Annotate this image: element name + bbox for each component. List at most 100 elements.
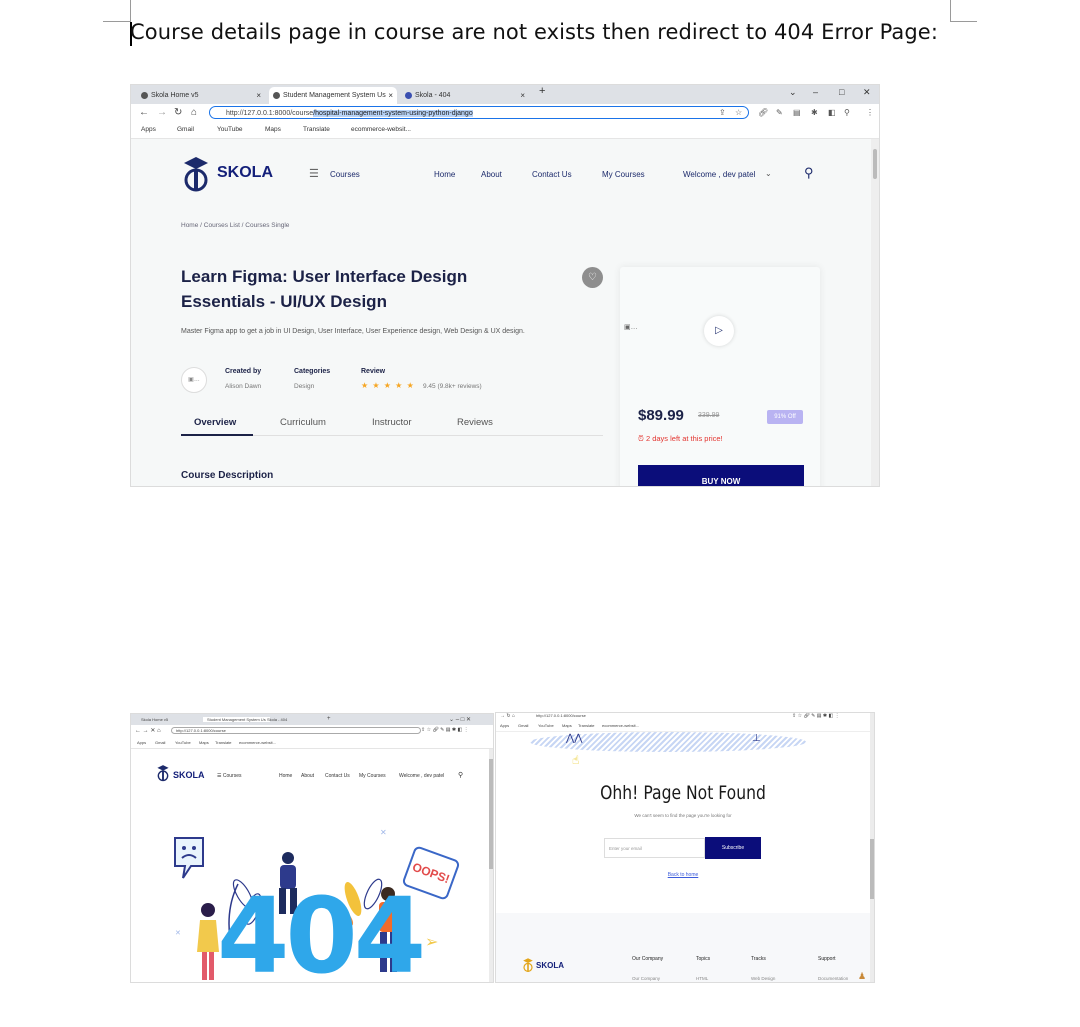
course-description-short: Master Figma app to get a job in UI Desi… [181,328,525,335]
bookmark-ecommerce[interactable]: ecommerce-websit... [602,723,639,728]
nav-my-courses[interactable]: My Courses [602,170,645,179]
bookmark-youtube[interactable]: YouTube [175,740,191,745]
footer-link[interactable]: HTML [696,976,708,981]
bookmark-youtube[interactable]: YouTube [538,723,554,728]
bookmark-translate[interactable]: Translate [215,740,232,745]
subscribe-button[interactable]: Subscribe [705,837,761,859]
new-tab-button[interactable]: + [327,716,331,722]
tab-search-icon[interactable]: ⌄ [789,87,797,98]
close-icon[interactable]: × [388,87,393,104]
pen-icon[interactable]: ✎ [776,108,783,117]
scrollbar-thumb[interactable] [873,149,877,179]
sidepanel-icon[interactable]: ◧ [828,108,836,117]
toolbar-icons[interactable]: ⇪ ☆ 🔗︎ ✎ ▤ ✱ ◧ ⋮ [421,727,469,733]
bookmark-youtube[interactable]: YouTube [217,126,243,133]
wishlist-heart-icon[interactable]: ♡ [582,267,603,288]
search-icon[interactable]: ⚲ [804,165,814,181]
bookmark-maps[interactable]: Maps [265,126,281,133]
profile-icon[interactable]: ⚲ [844,108,850,117]
new-tab-button[interactable]: + [539,85,545,97]
back-to-home-link[interactable]: Back to home [496,872,870,878]
hamburger-icon[interactable]: ☰ [309,167,319,180]
window-close-icon[interactable]: ✕ [863,87,871,98]
footer-logo-text[interactable]: SKOLA [536,961,564,970]
star-icon[interactable]: ☆ [735,108,742,117]
url-input[interactable]: http://127.0.0.1:8000/course [171,727,421,734]
buy-now-button[interactable]: BUY NOW [638,465,804,486]
footer-link[interactable]: Web Design [751,976,775,981]
nav-contact[interactable]: Contact Us [325,773,350,779]
bookmark-translate[interactable]: Translate [303,126,330,133]
back-arrow-icon[interactable]: ← [139,107,149,118]
url-input[interactable]: http://127.0.0.1:8000/course [536,713,646,718]
nav-arrows-icon[interactable]: → ↻ ⌂ [500,713,515,719]
scrollbar[interactable] [871,139,879,486]
forward-arrow-icon[interactable]: → [157,107,167,118]
share-icon[interactable]: ⇪ [719,108,726,117]
browser-tab[interactable]: Skola Home v5 × [137,87,265,104]
welcome-user-menu[interactable]: Welcome , dev patel [399,773,444,779]
tab-instructor[interactable]: Instructor [372,417,412,428]
close-icon[interactable]: × [256,87,261,104]
url-input[interactable]: http://127.0.0.1:8000/course/hospital-ma… [209,106,749,119]
footer-link[interactable]: Documentation [818,976,848,981]
minimize-icon[interactable]: – [813,87,818,97]
close-icon[interactable]: × [520,87,525,104]
bookmark-apps[interactable]: Apps [500,723,509,728]
paper-plane-icon: ➢ [425,934,439,951]
bookmark-icon[interactable]: ▤ [793,108,801,117]
browser-tab[interactable]: Skola - 404 [267,717,287,722]
bookmark-maps[interactable]: Maps [562,723,572,728]
browser-tab[interactable]: Skola Home v5 [141,717,168,722]
courses-menu[interactable]: Courses [330,170,360,179]
nav-contact[interactable]: Contact Us [532,170,572,179]
bookmark-apps[interactable]: Apps [141,126,156,133]
skola-logo-icon[interactable] [181,155,211,193]
link-icon[interactable]: 🔗︎ [758,108,768,117]
tab-overview[interactable]: Overview [194,417,236,428]
bookmark-gmail[interactable]: Gmail [177,126,194,133]
reload-icon[interactable]: ↻ [174,107,182,118]
home-icon[interactable]: ⌂ [191,107,197,118]
play-icon[interactable]: ▷ [704,316,734,346]
breadcrumb[interactable]: Home / Courses List / Courses Single [181,222,289,229]
scrollbar-thumb[interactable] [870,839,874,899]
courses-menu[interactable]: ☰ Courses [217,773,242,779]
maximize-icon[interactable]: □ [839,87,844,97]
bookmark-maps[interactable]: Maps [199,740,209,745]
nav-about[interactable]: About [481,170,502,179]
tab-curriculum[interactable]: Curriculum [280,417,326,428]
browser-tab[interactable]: Skola - 404 × [401,87,529,104]
footer-link[interactable]: Our Company [632,976,660,981]
browser-tab[interactable]: Student Management System Us × [269,87,397,104]
tab-reviews[interactable]: Reviews [457,417,493,428]
nav-home[interactable]: Home [434,170,455,179]
site-logo-text[interactable]: SKOLA [217,164,273,182]
skola-logo-icon[interactable] [522,953,534,977]
nav-my-courses[interactable]: My Courses [359,773,386,779]
menu-icon[interactable]: ⋮ [866,108,874,117]
nav-home[interactable]: Home [279,773,292,779]
scrollbar-thumb[interactable] [489,759,493,869]
nav-about[interactable]: About [301,773,314,779]
url-text: http://127.0.0.1:8000/course [226,110,314,117]
extensions-icon[interactable]: ✱ [811,108,818,117]
chat-avatar-icon[interactable]: ♟ [858,971,866,982]
bookmark-ecommerce[interactable]: ecommerce-websit... [239,740,276,745]
skola-logo-icon[interactable] [156,762,170,784]
bookmark-gmail[interactable]: Gmail [155,740,165,745]
email-field[interactable]: Enter your email [604,838,705,858]
site-logo-text[interactable]: SKOLA [173,770,205,780]
browser-tab[interactable]: Student Management System Us [203,717,270,722]
bookmark-gmail[interactable]: Gmail [518,723,528,728]
bookmark-apps[interactable]: Apps [137,740,146,745]
nav-arrows-icon[interactable]: ← → ✕ ⌂ [135,727,161,734]
welcome-user-menu[interactable]: Welcome , dev patel [683,170,755,179]
scrollbar[interactable] [489,749,493,982]
toolbar-icons[interactable]: ⇪ ☆ 🔗︎ ✎ ▤ ✱ ◧ ⋮ [792,713,840,719]
window-controls-icon[interactable]: ⌄ – □ ✕ [449,716,471,723]
bookmark-ecommerce[interactable]: ecommerce-websit... [351,126,411,133]
bookmark-translate[interactable]: Translate [578,723,595,728]
scrollbar[interactable] [870,713,874,982]
search-icon[interactable]: ⚲ [458,771,463,779]
